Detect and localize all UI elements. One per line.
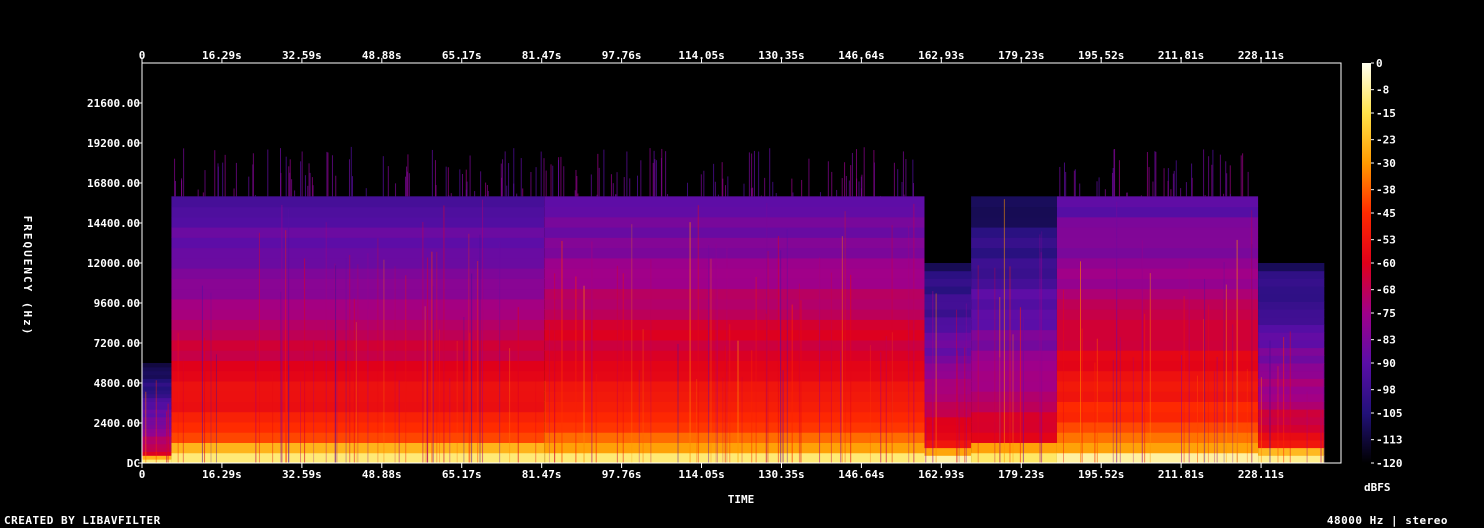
x-tick-label-top: 114.05s [678, 49, 724, 62]
y-tick-label: 9600.00 [94, 297, 140, 310]
colorbar-tick-label: -75 [1376, 307, 1396, 320]
x-tick-label-top: 0 [139, 49, 146, 62]
colorbar-tick-label: -113 [1376, 434, 1403, 447]
x-tick-label: 146.64s [838, 468, 884, 481]
colorbar-tick-label: -68 [1376, 284, 1396, 297]
x-tick-label-top: 162.93s [918, 49, 964, 62]
x-tick-label: 16.29s [202, 468, 242, 481]
y-tick-label: 7200.00 [94, 337, 140, 350]
y-tick-label: 16800.00 [87, 177, 140, 190]
y-tick-label: 12000.00 [87, 257, 140, 270]
spectrogram-segment [142, 363, 172, 463]
x-tick-label-top: 48.88s [362, 49, 402, 62]
x-tick-label: 228.11s [1238, 468, 1284, 481]
y-tick-label: 19200.00 [87, 137, 140, 150]
colorbar-tick-label: -30 [1376, 157, 1396, 170]
x-tick-label: 195.52s [1078, 468, 1124, 481]
colorbar-gradient [1362, 63, 1371, 463]
x-tick-label-top: 65.17s [442, 49, 482, 62]
spectrogram-chart: 0 0 16.29s 16.29s 32.59s 32.59s 48.88s 48.88s 65… [21, 49, 1403, 506]
colorbar-tick-label: -38 [1376, 184, 1396, 197]
x-tick-label: 114.05s [678, 468, 724, 481]
x-tick-label: 97.76s [602, 468, 642, 481]
colorbar-tick-label: -83 [1376, 334, 1396, 347]
x-tick-label-top: 195.52s [1078, 49, 1124, 62]
colorbar-tick-label: -45 [1376, 207, 1396, 220]
colorbar: 0 -8 -15 -23 -30 -38 -45 -53 -60 -68 -75 -83 -90 -98 -… [1362, 57, 1403, 470]
spectrogram-plot-area [141, 62, 1342, 464]
x-tick-label: 211.81s [1158, 468, 1204, 481]
x-axis-title: TIME [728, 493, 755, 506]
x-tick-label-top: 16.29s [202, 49, 242, 62]
colorbar-tick-label: -8 [1376, 84, 1389, 97]
x-tick-label-top: 228.11s [1238, 49, 1284, 62]
x-tick-label-top: 211.81s [1158, 49, 1204, 62]
spectrogram-segment [1258, 263, 1325, 463]
x-tick-label: 32.59s [282, 468, 322, 481]
x-tick-label-top: 97.76s [602, 49, 642, 62]
spectrogram-segment [971, 196, 1057, 463]
x-tick-label-top: 130.35s [758, 49, 804, 62]
colorbar-title: dBFS [1364, 481, 1391, 494]
colorbar-tick-label: -120 [1376, 457, 1403, 470]
x-tick-label: 81.47s [522, 468, 562, 481]
y-axis-title: FREQUENCY (Hz) [21, 216, 34, 337]
x-tick-label: 179.23s [998, 468, 1044, 481]
spectrogram-segment [924, 263, 972, 463]
x-tick-label-top: 81.47s [522, 49, 562, 62]
spectrogram-view: 0 0 16.29s 16.29s 32.59s 32.59s 48.88s 48.88s 65… [0, 0, 1484, 528]
colorbar-tick-label: -98 [1376, 384, 1396, 397]
y-tick-label: 21600.00 [87, 97, 140, 110]
y-tick-label: 2400.00 [94, 417, 140, 430]
colorbar-tick-label: -90 [1376, 357, 1396, 370]
footer-credit: CREATED BY LIBAVFILTER [4, 514, 161, 527]
x-tick-label-top: 179.23s [998, 49, 1044, 62]
colorbar-tick-label: 0 [1376, 57, 1383, 70]
x-tick-label: 48.88s [362, 468, 402, 481]
x-tick-label: 65.17s [442, 468, 482, 481]
y-tick-label: 14400.00 [87, 217, 140, 230]
x-tick-label: 130.35s [758, 468, 804, 481]
x-tick-label-top: 32.59s [282, 49, 322, 62]
colorbar-tick-label: -23 [1376, 134, 1396, 147]
colorbar-tick-label: -53 [1376, 234, 1396, 247]
colorbar-tick-label: -60 [1376, 257, 1396, 270]
x-tick-label: 162.93s [918, 468, 964, 481]
x-tick-label-top: 146.64s [838, 49, 884, 62]
footer-format-info: 48000 Hz | stereo [1326, 514, 1448, 527]
colorbar-tick-label: -105 [1376, 407, 1403, 420]
y-tick-label: DC [127, 457, 140, 470]
colorbar-tick-label: -15 [1376, 107, 1396, 120]
y-tick-label: 4800.00 [94, 377, 140, 390]
